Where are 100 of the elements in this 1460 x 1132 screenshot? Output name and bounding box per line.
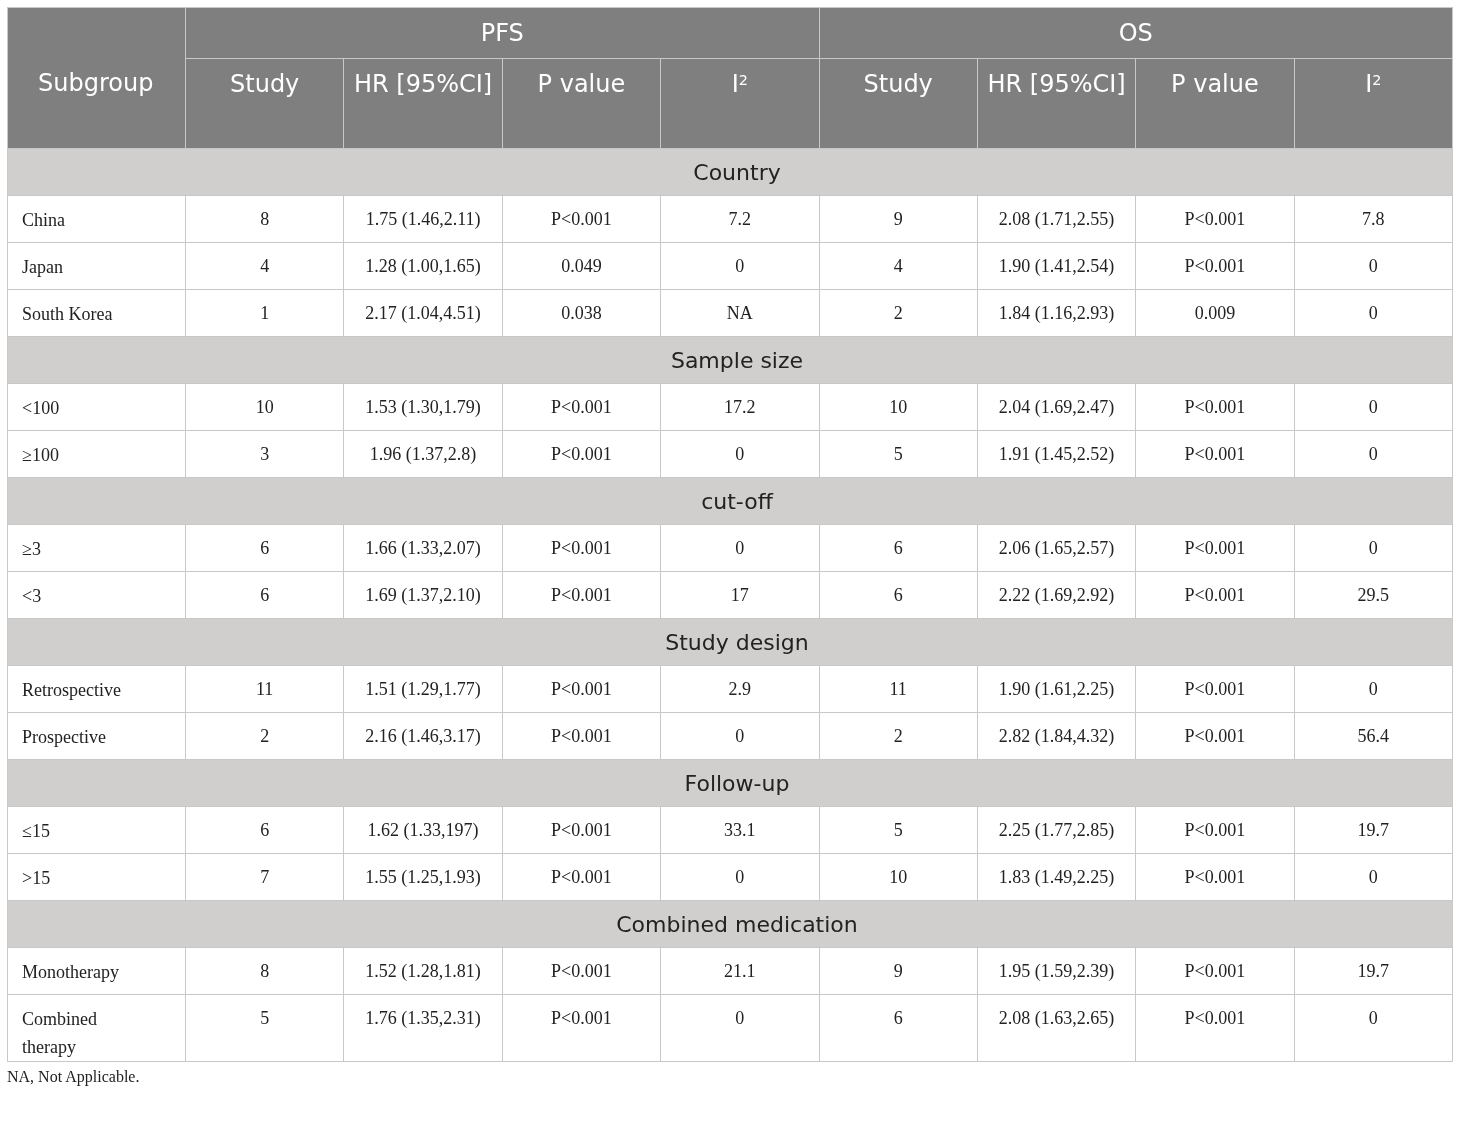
table-cell: 1.28 (1.00,1.65) <box>365 256 481 277</box>
table-cell: 1.90 (1.61,2.25) <box>998 679 1115 700</box>
table-cell: 7 <box>260 867 270 888</box>
table-cell: 4 <box>260 256 270 277</box>
table-cell: P<0.001 <box>551 444 612 465</box>
table-cell: 1.53 (1.30,1.79) <box>365 397 481 418</box>
column-group-header: PFS <box>480 19 524 47</box>
column-header: P value <box>1171 69 1259 99</box>
section-header: Country <box>693 159 781 185</box>
table-cell: 1.55 (1.25,1.93) <box>365 867 481 888</box>
table-cell: 0 <box>735 867 745 888</box>
table-cell: 1.69 (1.37,2.10) <box>365 585 481 606</box>
table-cell: 11 <box>889 679 907 700</box>
table-cell: 19.7 <box>1357 820 1390 841</box>
table-cell: 1.76 (1.35,2.31) <box>365 1008 481 1029</box>
table-cell: P<0.001 <box>551 867 612 888</box>
row-label: Combined therapy <box>22 1008 98 1059</box>
table-cell: 8 <box>260 209 270 230</box>
table-cell: P<0.001 <box>551 726 612 747</box>
table-cell: 2.82 (1.84,4.32) <box>998 726 1115 747</box>
table-cell: 9 <box>893 209 903 230</box>
table-cell: P<0.001 <box>1184 397 1246 418</box>
row-label: >15 <box>22 867 51 890</box>
table-cell: 7.8 <box>1362 209 1385 230</box>
table-cell: 10 <box>255 397 274 418</box>
table-cell: 9 <box>893 961 903 982</box>
column-header: Study <box>863 69 933 99</box>
table-cell: 2.04 (1.69,2.47) <box>998 397 1115 418</box>
table-cell: 2.06 (1.65,2.57) <box>998 538 1115 559</box>
table-cell: 6 <box>893 585 903 606</box>
column-header: P value <box>537 69 626 99</box>
table-cell: 1.95 (1.59,2.39) <box>998 961 1115 982</box>
row-label: ≤15 <box>22 820 50 843</box>
row-label: Retrospective <box>22 679 121 702</box>
row-label: South Korea <box>22 303 113 326</box>
table-cell: 1.75 (1.46,2.11) <box>365 209 481 230</box>
row-label: <3 <box>22 585 42 608</box>
table-cell: 19.7 <box>1357 961 1390 982</box>
column-header: Subgroup <box>38 69 154 97</box>
table-cell: 2.08 (1.71,2.55) <box>998 209 1115 230</box>
row-label: China <box>22 209 65 232</box>
table-cell: 0 <box>1368 867 1378 888</box>
table-cell: P<0.001 <box>551 538 612 559</box>
table-cell: P<0.001 <box>1184 867 1246 888</box>
table-cell: 6 <box>260 820 270 841</box>
table-cell: 33.1 <box>724 820 756 841</box>
table-cell: 2.9 <box>728 679 752 700</box>
table-cell: 2 <box>260 726 270 747</box>
table-cell: 0 <box>735 444 745 465</box>
table-cell: 1.91 (1.45,2.52) <box>998 444 1115 465</box>
table-cell: P<0.001 <box>1184 209 1246 230</box>
section-header: Study design <box>665 629 809 655</box>
table-cell: 0 <box>735 1008 745 1029</box>
table-cell: P<0.001 <box>1184 444 1246 465</box>
table-cell: 21.1 <box>724 961 756 982</box>
section-header: Sample size <box>670 347 804 373</box>
table-cell: 1.84 (1.16,2.93) <box>998 303 1115 324</box>
table-cell: 0 <box>1368 538 1378 559</box>
table-cell: 11 <box>256 679 274 700</box>
table-cell: 2 <box>893 726 903 747</box>
section-header: Combined medication <box>616 911 858 937</box>
row-label: Prospective <box>22 726 106 749</box>
row-label: Monotherapy <box>22 961 119 984</box>
table-cell: 0.009 <box>1194 303 1236 324</box>
table-cell: 3 <box>260 444 270 465</box>
column-header: I$^{2}$ <box>731 69 748 99</box>
column-header: HR [95%CI] <box>353 69 493 99</box>
table-cell: NA <box>726 303 753 324</box>
table-cell: 8 <box>260 961 270 982</box>
table-cell: P<0.001 <box>551 820 612 841</box>
table-cell: 0.038 <box>561 303 602 324</box>
table-cell: 1.90 (1.41,2.54) <box>998 256 1115 277</box>
table-cell: 0 <box>1368 1008 1378 1029</box>
table-cell: 7.2 <box>728 209 752 230</box>
table-cell: P<0.001 <box>1184 961 1246 982</box>
table-cell: 56.4 <box>1357 726 1390 747</box>
table-cell: P<0.001 <box>1184 256 1246 277</box>
table-cell: P<0.001 <box>1184 538 1246 559</box>
table-cell: 5 <box>893 820 903 841</box>
table-cell: 29.5 <box>1357 585 1390 606</box>
table-cell: P<0.001 <box>551 209 612 230</box>
table-cell: P<0.001 <box>1184 679 1246 700</box>
row-label: <100 <box>22 397 60 420</box>
table-cell: 0 <box>1368 303 1378 324</box>
table-cell: 6 <box>893 1008 903 1029</box>
table-cell: P<0.001 <box>1184 1008 1246 1029</box>
table-cell: 0 <box>1368 444 1378 465</box>
table-cell: 2.08 (1.63,2.65) <box>998 1008 1115 1029</box>
table-cell: 6 <box>260 538 270 559</box>
table-cell: 1.83 (1.49,2.25) <box>998 867 1115 888</box>
table-cell: 1 <box>260 303 270 324</box>
table-cell: 0 <box>735 256 745 277</box>
table-cell: 2.25 (1.77,2.85) <box>998 820 1115 841</box>
table-cell: 2.16 (1.46,3.17) <box>365 726 481 747</box>
section-header: Follow-up <box>684 770 790 796</box>
row-label: ≥100 <box>22 444 59 467</box>
table-cell: 6 <box>893 538 903 559</box>
table-cell: P<0.001 <box>551 679 612 700</box>
row-label: ≥3 <box>22 538 41 561</box>
table-cell: 2.22 (1.69,2.92) <box>998 585 1115 606</box>
